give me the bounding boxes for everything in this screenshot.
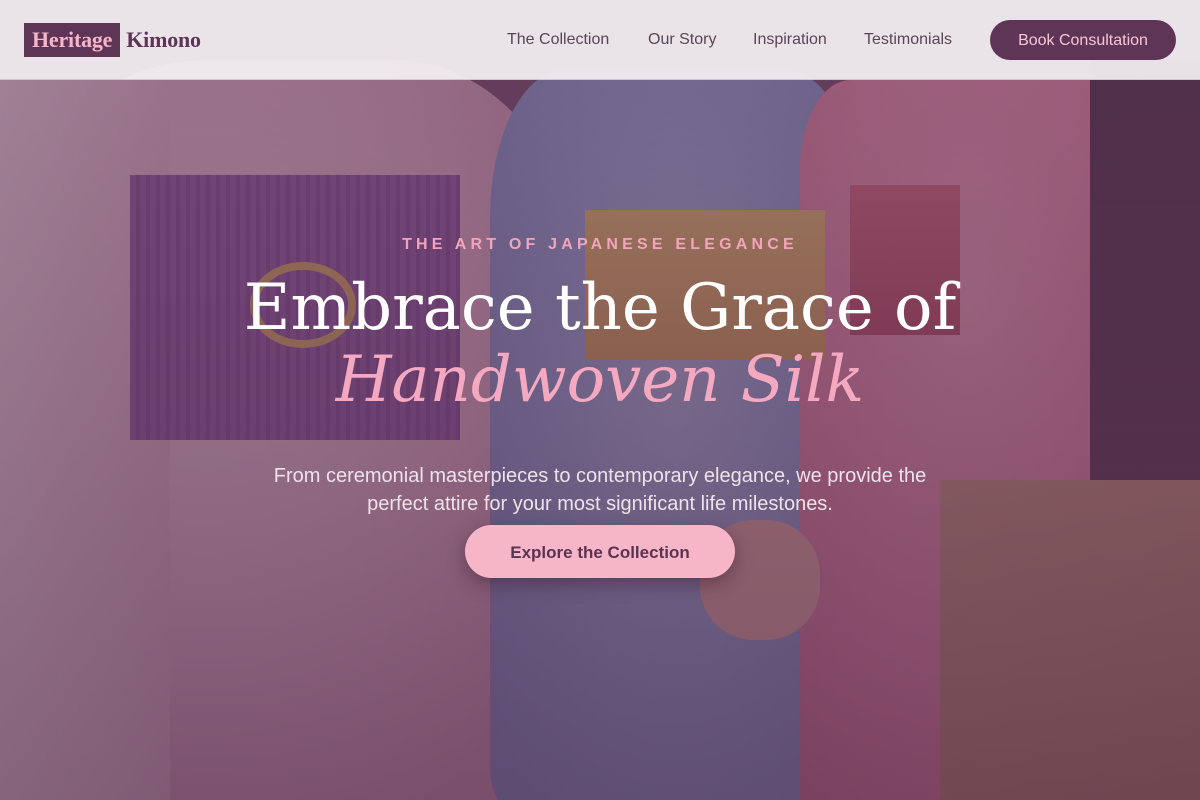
hero-headline-line2: Handwoven Silk	[335, 343, 865, 417]
nav-link-collection[interactable]: The Collection	[507, 28, 609, 52]
landing-page: Heritage Kimono The Collection Our Story…	[0, 0, 1200, 800]
brand-logo-primary: Heritage	[24, 23, 121, 57]
nav-link-inspiration[interactable]: Inspiration	[753, 28, 827, 52]
hero-section: THE ART OF JAPANESE ELEGANCE Embrace the…	[0, 80, 1200, 800]
nav-link-testimonials[interactable]: Testimonials	[864, 28, 952, 52]
hero-subtext: From ceremonial masterpieces to contempo…	[273, 465, 927, 515]
brand-logo-secondary: Kimono	[126, 27, 201, 52]
site-header: Heritage Kimono The Collection Our Story…	[0, 0, 1200, 80]
book-consultation-button[interactable]: Book Consultation	[990, 20, 1176, 60]
hero-eyebrow: THE ART OF JAPANESE ELEGANCE	[402, 236, 798, 253]
hero-headline-line1: Embrace the Grace of	[243, 271, 957, 345]
explore-collection-button[interactable]: Explore the Collection	[465, 525, 735, 578]
hero-headline: Embrace the Grace of Handwoven Silk	[0, 272, 1200, 416]
nav-link-our-story[interactable]: Our Story	[648, 28, 716, 52]
brand-logo[interactable]: Heritage Kimono	[24, 23, 201, 57]
